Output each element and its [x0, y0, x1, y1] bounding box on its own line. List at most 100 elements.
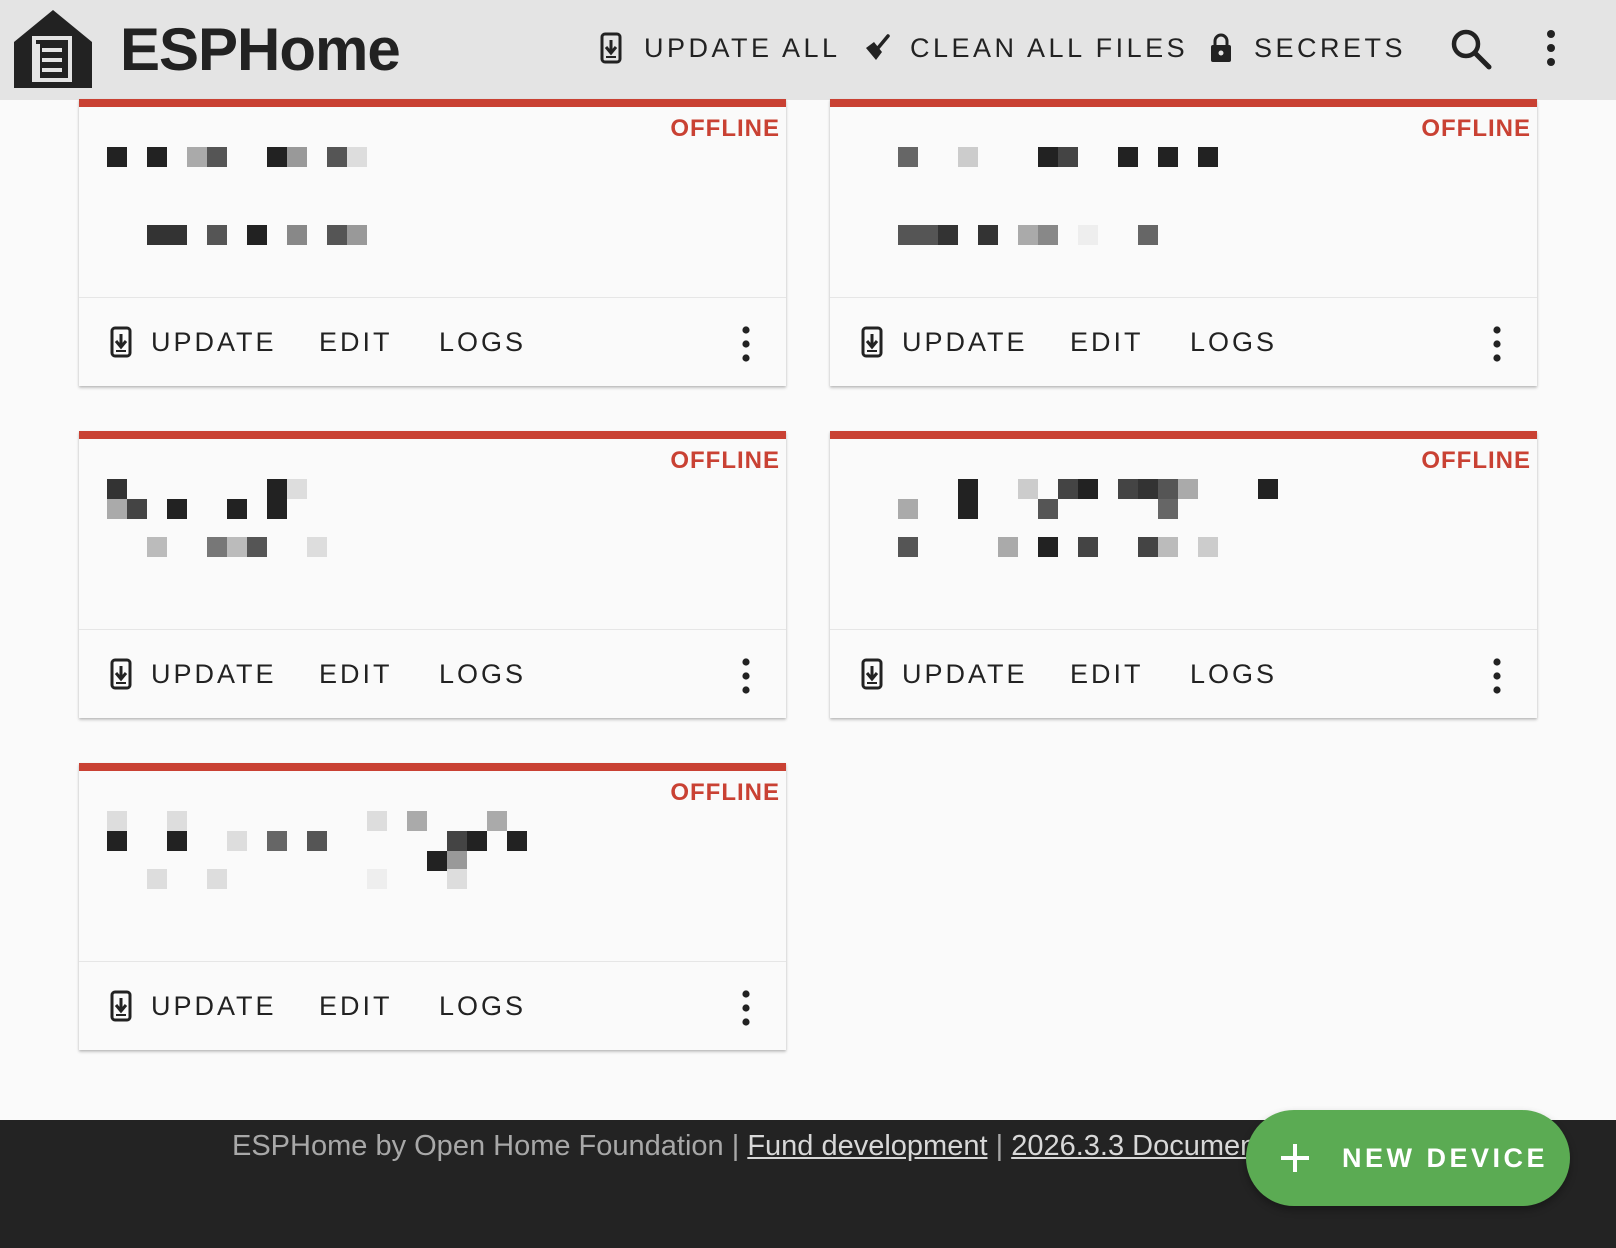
device-edit-button[interactable]: EDIT — [319, 652, 393, 696]
redacted-pixel — [167, 225, 187, 245]
redacted-pixel — [1018, 225, 1038, 245]
device-update-icon — [861, 326, 883, 358]
device-update-icon — [110, 326, 132, 358]
device-more-vert-icon[interactable] — [1487, 324, 1507, 364]
device-edit-button[interactable]: EDIT — [1070, 652, 1144, 696]
device-logs-button[interactable]: LOGS — [439, 652, 526, 696]
redacted-pixel — [1018, 479, 1038, 499]
fund-development-link[interactable]: Fund development — [747, 1130, 987, 1162]
redacted-pixel — [287, 225, 307, 245]
footer-credit: ESPHome by Open Home Foundation | — [232, 1130, 748, 1162]
redacted-pixel — [898, 225, 918, 245]
redacted-pixel — [187, 147, 207, 167]
update-all-button[interactable]: UPDATE ALL — [598, 24, 841, 72]
device-update-icon — [110, 990, 132, 1022]
redacted-pixel — [247, 537, 267, 557]
redacted-pixel — [427, 851, 447, 871]
redacted-pixel — [1178, 479, 1198, 499]
device-edit-button[interactable]: EDIT — [1070, 320, 1144, 364]
redacted-pixel — [1138, 479, 1158, 499]
redacted-pixel — [1258, 479, 1278, 499]
device-update-button[interactable]: UPDATE — [860, 652, 1028, 696]
new-device-button[interactable]: NEW DEVICE — [1246, 1110, 1570, 1206]
device-name-redacted — [858, 479, 1298, 519]
footer-text: ESPHome by Open Home Foundation | Fund d… — [232, 1130, 1327, 1163]
more-vert-icon[interactable] — [1540, 26, 1562, 70]
device-name-redacted — [858, 147, 1298, 187]
device-update-label: UPDATE — [902, 658, 1028, 689]
redacted-pixel — [247, 225, 267, 245]
redacted-pixel — [207, 225, 227, 245]
device-more-vert-icon[interactable] — [736, 656, 756, 696]
device-update-button[interactable]: UPDATE — [109, 984, 277, 1028]
update-all-label: UPDATE ALL — [644, 32, 841, 63]
device-logs-button[interactable]: LOGS — [439, 984, 526, 1028]
redacted-pixel — [327, 225, 347, 245]
redacted-pixel — [147, 225, 167, 245]
redacted-pixel — [507, 831, 527, 851]
redacted-pixel — [207, 537, 227, 557]
redacted-pixel — [107, 811, 127, 831]
redacted-pixel — [107, 479, 127, 499]
redacted-pixel — [227, 499, 247, 519]
device-update-button[interactable]: UPDATE — [109, 320, 277, 364]
redacted-pixel — [998, 537, 1018, 557]
redacted-pixel — [327, 147, 347, 167]
redacted-pixel — [107, 499, 127, 519]
device-update-icon — [110, 658, 132, 690]
device-logs-button[interactable]: LOGS — [439, 320, 526, 364]
redacted-pixel — [958, 499, 978, 519]
redacted-pixel — [1038, 537, 1058, 557]
device-logs-button[interactable]: LOGS — [1190, 652, 1277, 696]
device-edit-label: EDIT — [1070, 658, 1144, 689]
device-card-actions: UPDATE EDIT LOGS — [79, 630, 786, 718]
device-logs-label: LOGS — [1190, 326, 1278, 357]
redacted-pixel — [447, 851, 467, 871]
device-edit-button[interactable]: EDIT — [319, 320, 393, 364]
secrets-button[interactable]: SECRETS — [1208, 24, 1406, 72]
device-card-actions: UPDATE EDIT LOGS — [830, 630, 1537, 718]
redacted-pixel — [898, 537, 918, 557]
esphome-logo-icon — [14, 10, 92, 88]
device-edit-button[interactable]: EDIT — [319, 984, 393, 1028]
redacted-pixel — [207, 869, 227, 889]
app-title: ESPHome — [120, 16, 401, 83]
redacted-pixel — [1118, 147, 1138, 167]
device-more-vert-icon[interactable] — [736, 988, 756, 1028]
device-logs-button[interactable]: LOGS — [1190, 320, 1277, 364]
redacted-pixel — [367, 869, 387, 889]
top-app-bar: ESPHome UPDATE ALL CLEAN ALL FILES SECRE… — [0, 0, 1616, 100]
device-update-button[interactable]: UPDATE — [860, 320, 1028, 364]
redacted-pixel — [1138, 225, 1158, 245]
device-name-redacted — [107, 811, 547, 871]
redacted-pixel — [307, 537, 327, 557]
redacted-pixel — [267, 499, 287, 519]
lock-icon — [1211, 33, 1231, 62]
secrets-label: SECRETS — [1254, 32, 1407, 63]
device-logs-label: LOGS — [1190, 658, 1278, 689]
device-status-badge: OFFLINE — [1421, 115, 1531, 142]
clean-all-files-button[interactable]: CLEAN ALL FILES — [864, 24, 1188, 72]
redacted-pixel — [1198, 147, 1218, 167]
redacted-pixel — [447, 831, 467, 851]
device-comment-redacted — [107, 869, 547, 929]
redacted-pixel — [147, 869, 167, 889]
redacted-pixel — [287, 147, 307, 167]
redacted-pixel — [1038, 147, 1058, 167]
search-icon[interactable] — [1450, 28, 1492, 70]
redacted-pixel — [1158, 479, 1178, 499]
redacted-pixel — [107, 831, 127, 851]
device-more-vert-icon[interactable] — [736, 324, 756, 364]
broom-icon — [866, 34, 890, 60]
device-card: OFFLINE UPDATE EDIT LOGS — [79, 99, 786, 386]
redacted-pixel — [347, 225, 367, 245]
redacted-pixel — [227, 537, 247, 557]
new-device-label: NEW DEVICE — [1342, 1142, 1549, 1173]
redacted-pixel — [167, 811, 187, 831]
clean-all-files-label: CLEAN ALL FILES — [910, 32, 1189, 63]
device-update-label: UPDATE — [151, 990, 277, 1021]
device-more-vert-icon[interactable] — [1487, 656, 1507, 696]
device-update-button[interactable]: UPDATE — [109, 652, 277, 696]
device-card-actions: UPDATE EDIT LOGS — [830, 298, 1537, 386]
device-logs-label: LOGS — [439, 326, 527, 357]
